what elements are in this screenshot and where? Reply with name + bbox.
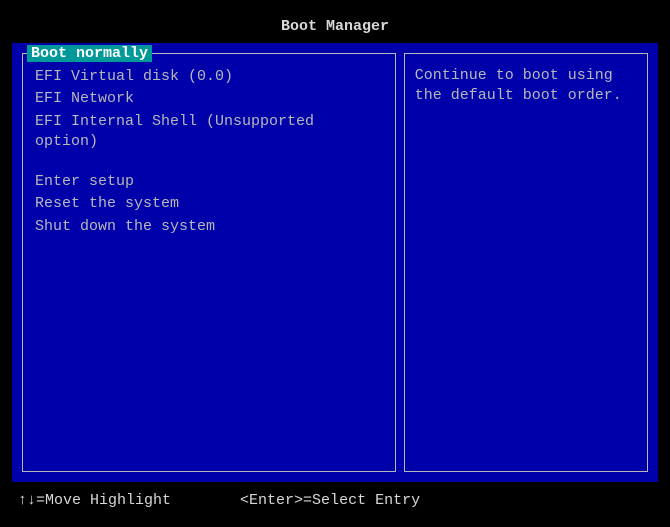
- boot-option-efi-virtual-disk[interactable]: EFI Virtual disk (0.0): [31, 66, 387, 88]
- system-actions-group: Enter setup Reset the system Shut down t…: [31, 171, 387, 238]
- boot-manager-screen: Boot Manager Boot normally EFI Virtual d…: [0, 0, 670, 527]
- boot-option-efi-shell[interactable]: EFI Internal Shell (Unsupported option): [31, 111, 387, 154]
- main-content: Boot normally EFI Virtual disk (0.0) EFI…: [12, 43, 658, 482]
- page-title: Boot Manager: [0, 0, 670, 43]
- option-description: Continue to boot using the default boot …: [415, 66, 637, 107]
- boot-option-efi-network[interactable]: EFI Network: [31, 88, 387, 110]
- move-hint: ↑↓=Move Highlight: [18, 492, 171, 509]
- shutdown-system-option[interactable]: Shut down the system: [31, 216, 387, 238]
- description-panel: Continue to boot using the default boot …: [404, 53, 648, 472]
- enter-setup-option[interactable]: Enter setup: [31, 171, 387, 193]
- select-hint: <Enter>=Select Entry: [240, 492, 420, 509]
- keyboard-hints: ↑↓=Move Highlight <Enter>=Select Entry: [0, 482, 670, 527]
- selected-boot-option[interactable]: Boot normally: [27, 45, 152, 62]
- reset-system-option[interactable]: Reset the system: [31, 193, 387, 215]
- boot-devices-group: EFI Virtual disk (0.0) EFI Network EFI I…: [31, 66, 387, 153]
- boot-menu-panel: Boot normally EFI Virtual disk (0.0) EFI…: [22, 53, 396, 472]
